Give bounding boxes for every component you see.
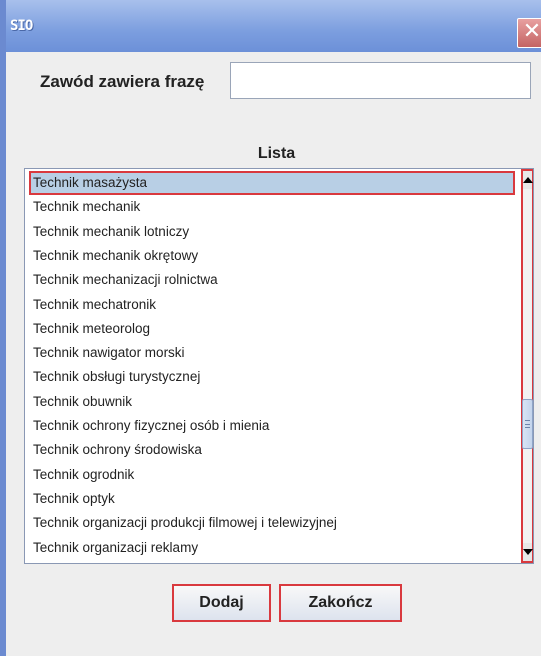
list-item[interactable]: Technik obuwnik bbox=[29, 390, 515, 414]
list-item[interactable]: Technik organizacji reklamy bbox=[29, 536, 515, 560]
list-item[interactable]: Technik meteorolog bbox=[29, 317, 515, 341]
search-input[interactable] bbox=[230, 62, 531, 99]
search-label: Zawód zawiera frazę bbox=[40, 72, 205, 91]
vertical-scrollbar[interactable] bbox=[521, 169, 533, 563]
list-item[interactable]: Technik nawigator morski bbox=[29, 341, 515, 365]
list-item[interactable]: Technik ogrodnik bbox=[29, 463, 515, 487]
list-item[interactable]: Technik masażysta bbox=[29, 171, 515, 195]
list-viewport: Technik masażysta Technik mechanik Technik… bbox=[25, 169, 519, 563]
list-item[interactable]: Technik mechanik bbox=[29, 195, 515, 219]
close-button[interactable]: ✕ bbox=[517, 18, 541, 48]
scroll-thumb[interactable] bbox=[522, 399, 533, 449]
list-header: Lista bbox=[257, 145, 296, 162]
title-bar[interactable]: SIO ✕ bbox=[6, 0, 541, 52]
list-item[interactable]: Technik optyk bbox=[29, 487, 515, 511]
list-item[interactable]: Technik mechanik lotniczy bbox=[29, 220, 515, 244]
arrow-up-icon bbox=[523, 177, 533, 183]
arrow-down-icon bbox=[523, 549, 533, 555]
list-item[interactable]: Technik organizacji produkcji filmowej i… bbox=[29, 511, 515, 535]
grip-icon bbox=[525, 420, 530, 428]
add-button[interactable]: Dodaj bbox=[172, 584, 271, 622]
list-item[interactable]: Technik mechatronik bbox=[29, 293, 515, 317]
scroll-up-button[interactable] bbox=[523, 171, 533, 189]
list-item[interactable]: Technik ochrony fizycznej osób i mienia bbox=[29, 414, 515, 438]
app-icon: SIO bbox=[10, 18, 33, 34]
scroll-down-button[interactable] bbox=[523, 543, 533, 561]
occupation-list[interactable]: Technik masażysta Technik mechanik Technik… bbox=[24, 168, 534, 564]
list-item[interactable]: Technik ochrony środowiska bbox=[29, 438, 515, 462]
list-item[interactable]: Technik mechanik okrętowy bbox=[29, 244, 515, 268]
exit-button[interactable]: Zakończ bbox=[279, 584, 402, 622]
app-window: SIO ✕ Zawód zawiera frazę Lista Technik … bbox=[0, 0, 541, 656]
list-item[interactable]: Technik mechanizacji rolnictwa bbox=[29, 268, 515, 292]
list-item[interactable]: Technik obsługi turystycznej bbox=[29, 365, 515, 389]
